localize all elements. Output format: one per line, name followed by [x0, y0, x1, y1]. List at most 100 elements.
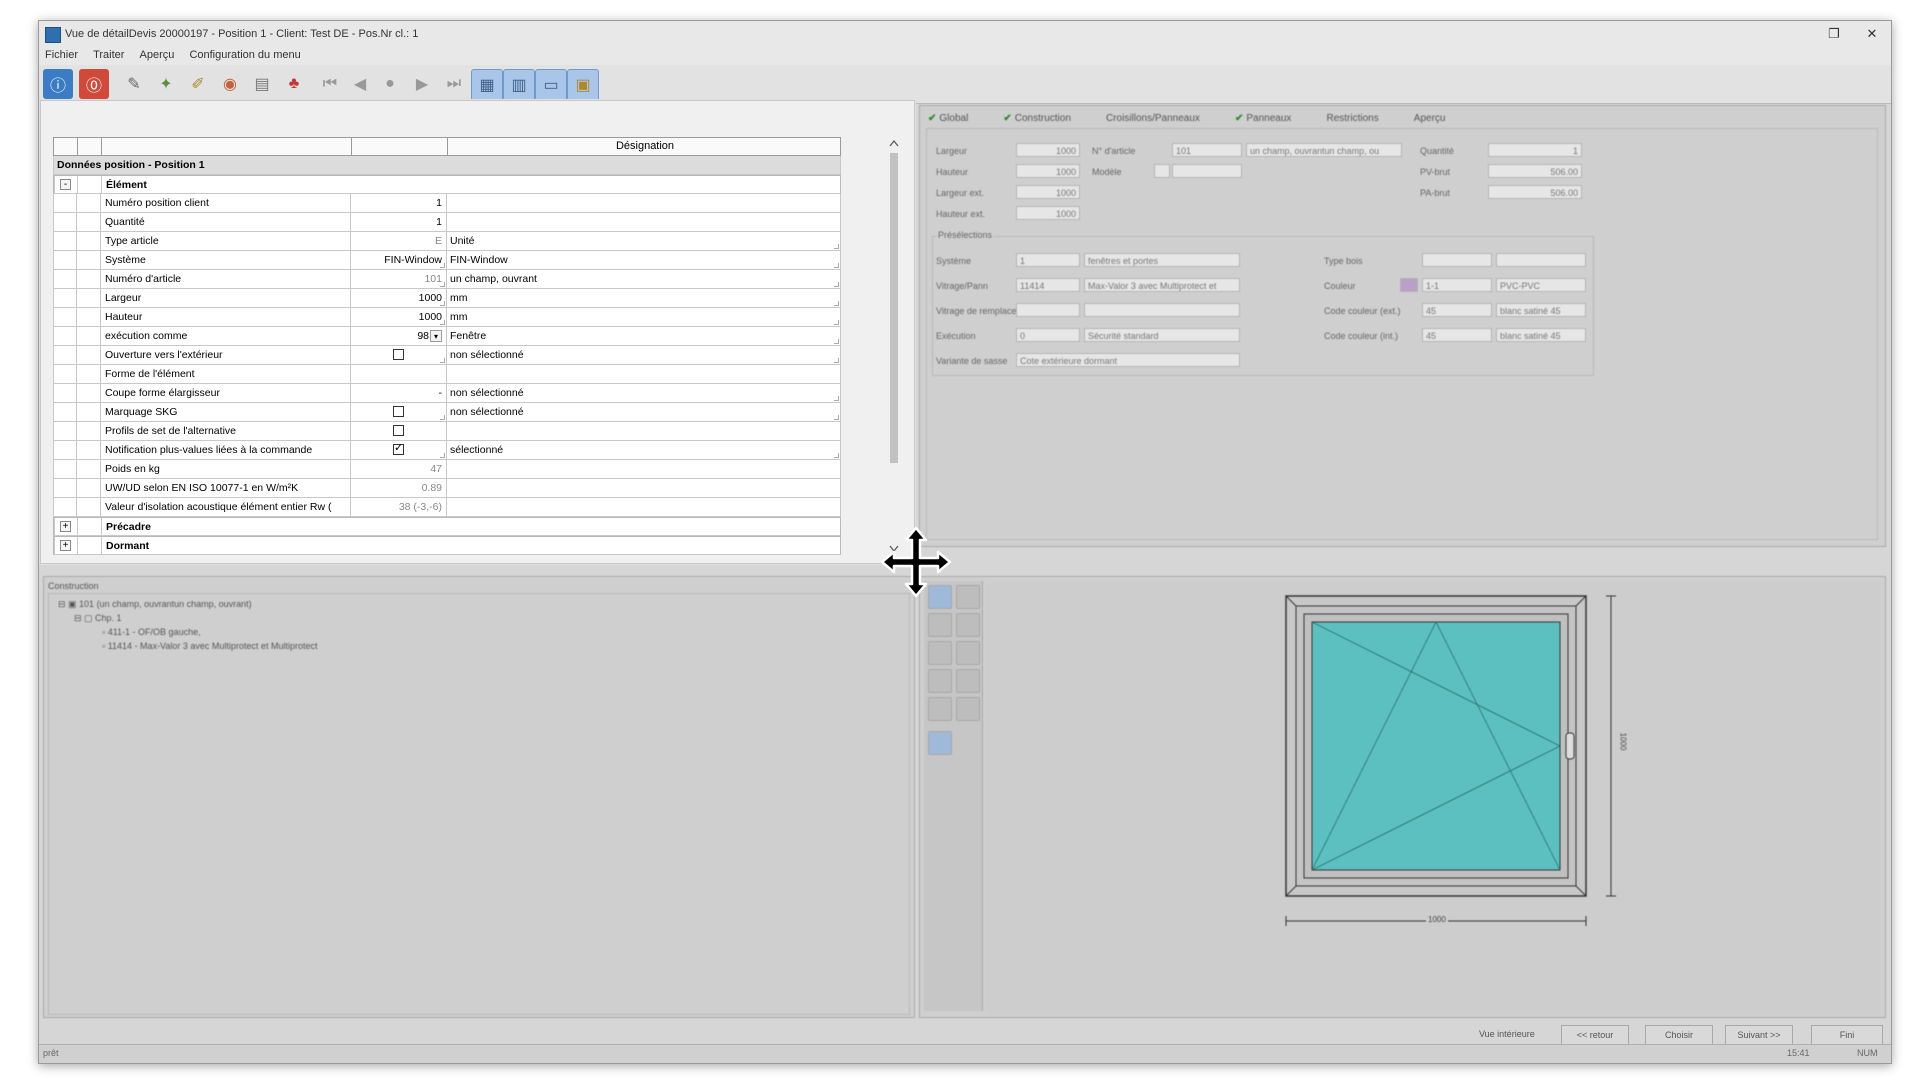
- table-row[interactable]: Largeur 1000 mm: [53, 289, 841, 308]
- table-row[interactable]: Numéro d'article 101 un champ, ouvrant: [53, 270, 841, 289]
- row-value[interactable]: 98 ▾: [351, 327, 447, 345]
- fini-button[interactable]: Fini: [1811, 1025, 1883, 1045]
- tab-panneaux[interactable]: ✔ Panneaux: [1235, 113, 1307, 124]
- retour-button[interactable]: << retour: [1561, 1025, 1629, 1045]
- dropdown-icon[interactable]: ▾: [430, 330, 442, 343]
- table-row[interactable]: Marquage SKG non sélectionné: [53, 403, 841, 422]
- variante-select[interactable]: Cote extérieure dormant: [1016, 353, 1240, 367]
- color-palette-icon[interactable]: [1400, 278, 1418, 292]
- table-row[interactable]: exécution comme 98 ▾ Fenêtre: [53, 327, 841, 346]
- group-precadre[interactable]: + Précadre: [53, 517, 841, 536]
- menu-traiter[interactable]: Traiter: [87, 47, 130, 63]
- table-row[interactable]: Valeur d'isolation acoustique élément en…: [53, 498, 841, 517]
- forbidden-icon[interactable]: [956, 585, 980, 609]
- quantite-field[interactable]: 1: [1488, 143, 1582, 157]
- code-int-field[interactable]: 45: [1422, 328, 1492, 342]
- tab-croisillons[interactable]: Croisillons/Panneaux: [1106, 113, 1216, 124]
- checkbox-checked[interactable]: [393, 442, 404, 455]
- row-value[interactable]: -: [351, 384, 447, 402]
- article-field[interactable]: 101: [1172, 143, 1242, 157]
- expand-icon[interactable]: +: [60, 540, 71, 551]
- copy-tool-icon[interactable]: [956, 613, 980, 637]
- table-row[interactable]: Type article E Unité: [53, 232, 841, 251]
- vitrage-field[interactable]: 11414: [1016, 278, 1080, 292]
- menu-fichier[interactable]: Fichier: [39, 47, 84, 63]
- document-icon[interactable]: ▤: [247, 69, 277, 99]
- group-element[interactable]: - Élément: [53, 175, 841, 194]
- largeur-field[interactable]: 1000: [1016, 143, 1080, 157]
- row-value[interactable]: 101: [351, 270, 447, 288]
- header-designation[interactable]: Désignation: [448, 138, 842, 155]
- drawing-canvas[interactable]: 1000 1000: [986, 581, 1881, 1013]
- group-dormant[interactable]: + Dormant: [53, 536, 841, 555]
- tab-restrictions[interactable]: Restrictions: [1326, 113, 1394, 124]
- typebois-field[interactable]: [1422, 253, 1492, 267]
- modele-field[interactable]: [1172, 164, 1242, 178]
- dimension-tool-icon[interactable]: [956, 669, 980, 693]
- table-row[interactable]: Système FIN-Window FIN-Window: [53, 251, 841, 270]
- row-value[interactable]: [351, 403, 447, 421]
- row-value[interactable]: 1000: [351, 308, 447, 326]
- couleur-field[interactable]: 1-1: [1422, 278, 1492, 292]
- zoom-tool-icon[interactable]: [928, 613, 952, 637]
- tree-node-root[interactable]: ⊟ ▣ 101 (un champ, ouvrantun champ, ouvr…: [58, 599, 317, 613]
- hauteur-ext-field[interactable]: 1000: [1016, 206, 1080, 220]
- grid-view-icon[interactable]: ▦: [471, 69, 503, 101]
- restore-icon[interactable]: ❐: [1821, 24, 1847, 44]
- stop-button[interactable]: ⓪: [79, 69, 109, 99]
- last-icon[interactable]: ⏭: [439, 69, 469, 99]
- vitrage-remplace-field[interactable]: [1016, 303, 1080, 317]
- tree-icon[interactable]: ♣: [279, 69, 309, 99]
- monitor-icon[interactable]: ▭: [535, 69, 567, 101]
- tab-apercu[interactable]: Aperçu: [1414, 113, 1462, 124]
- checkbox[interactable]: [393, 424, 404, 436]
- collapse-icon[interactable]: -: [60, 179, 71, 190]
- globe-icon[interactable]: ◉: [215, 69, 245, 99]
- first-icon[interactable]: ⏮: [315, 69, 345, 99]
- vertical-scrollbar[interactable]: [887, 137, 901, 555]
- measure-tool-icon[interactable]: [928, 697, 952, 721]
- row-value[interactable]: 1: [351, 194, 447, 212]
- row-value[interactable]: E: [351, 232, 447, 250]
- prev-icon[interactable]: ◀: [345, 69, 375, 99]
- menu-apercu[interactable]: Aperçu: [134, 47, 181, 63]
- close-icon[interactable]: ✕: [1859, 24, 1885, 44]
- record-icon[interactable]: ●: [375, 69, 405, 99]
- row-value[interactable]: [351, 365, 447, 383]
- ruler-tool-icon[interactable]: [956, 697, 980, 721]
- checkbox[interactable]: [393, 348, 404, 360]
- choisir-button[interactable]: Choisir: [1645, 1025, 1713, 1045]
- modele-button[interactable]: [1154, 164, 1170, 178]
- info-button[interactable]: ⓘ: [43, 69, 73, 99]
- row-value[interactable]: 1000: [351, 289, 447, 307]
- menu-configuration[interactable]: Configuration du menu: [183, 47, 306, 63]
- next-icon[interactable]: ▶: [407, 69, 437, 99]
- delete-tool-icon[interactable]: [956, 641, 980, 665]
- table-row[interactable]: Quantité 1: [53, 213, 841, 232]
- properties-icon[interactable]: ▣: [567, 69, 599, 101]
- tool-icon-3[interactable]: ✐: [183, 69, 213, 99]
- table-row[interactable]: Ouverture vers l'extérieur non sélection…: [53, 346, 841, 365]
- table-row[interactable]: Notification plus-values liées à la comm…: [53, 441, 841, 460]
- table-row[interactable]: Forme de l'élément: [53, 365, 841, 384]
- row-value[interactable]: 1: [351, 213, 447, 231]
- hauteur-field[interactable]: 1000: [1016, 164, 1080, 178]
- move-tool-icon[interactable]: [928, 641, 952, 665]
- tree-node-field[interactable]: ⊟ ▢ Chp. 1: [58, 613, 317, 627]
- table-row[interactable]: Coupe forme élargisseur - non sélectionn…: [53, 384, 841, 403]
- row-value[interactable]: FIN-Window: [351, 251, 447, 269]
- tool-icon-1[interactable]: ✎: [119, 69, 149, 99]
- row-value[interactable]: [351, 346, 447, 364]
- suivant-button[interactable]: Suivant >>: [1725, 1025, 1793, 1045]
- tab-global[interactable]: ✔ Global: [928, 113, 984, 124]
- tree-node-opening[interactable]: ▫ 411-1 - OF/OB gauche,: [58, 627, 317, 641]
- systeme-field[interactable]: 1: [1016, 253, 1080, 267]
- tab-construction[interactable]: ✔ Construction: [1003, 113, 1087, 124]
- table-row[interactable]: UW/UD selon EN ISO 10077-1 en W/m²K 0.89: [53, 479, 841, 498]
- row-value[interactable]: [351, 441, 447, 459]
- layout-icon[interactable]: ▥: [503, 69, 535, 101]
- code-ext-field[interactable]: 45: [1422, 303, 1492, 317]
- execution-field[interactable]: 0: [1016, 328, 1080, 342]
- expand-icon[interactable]: +: [60, 521, 71, 532]
- tree-node-glass[interactable]: ▫ 11414 - Max-Valor 3 avec Multiprotect …: [58, 641, 317, 655]
